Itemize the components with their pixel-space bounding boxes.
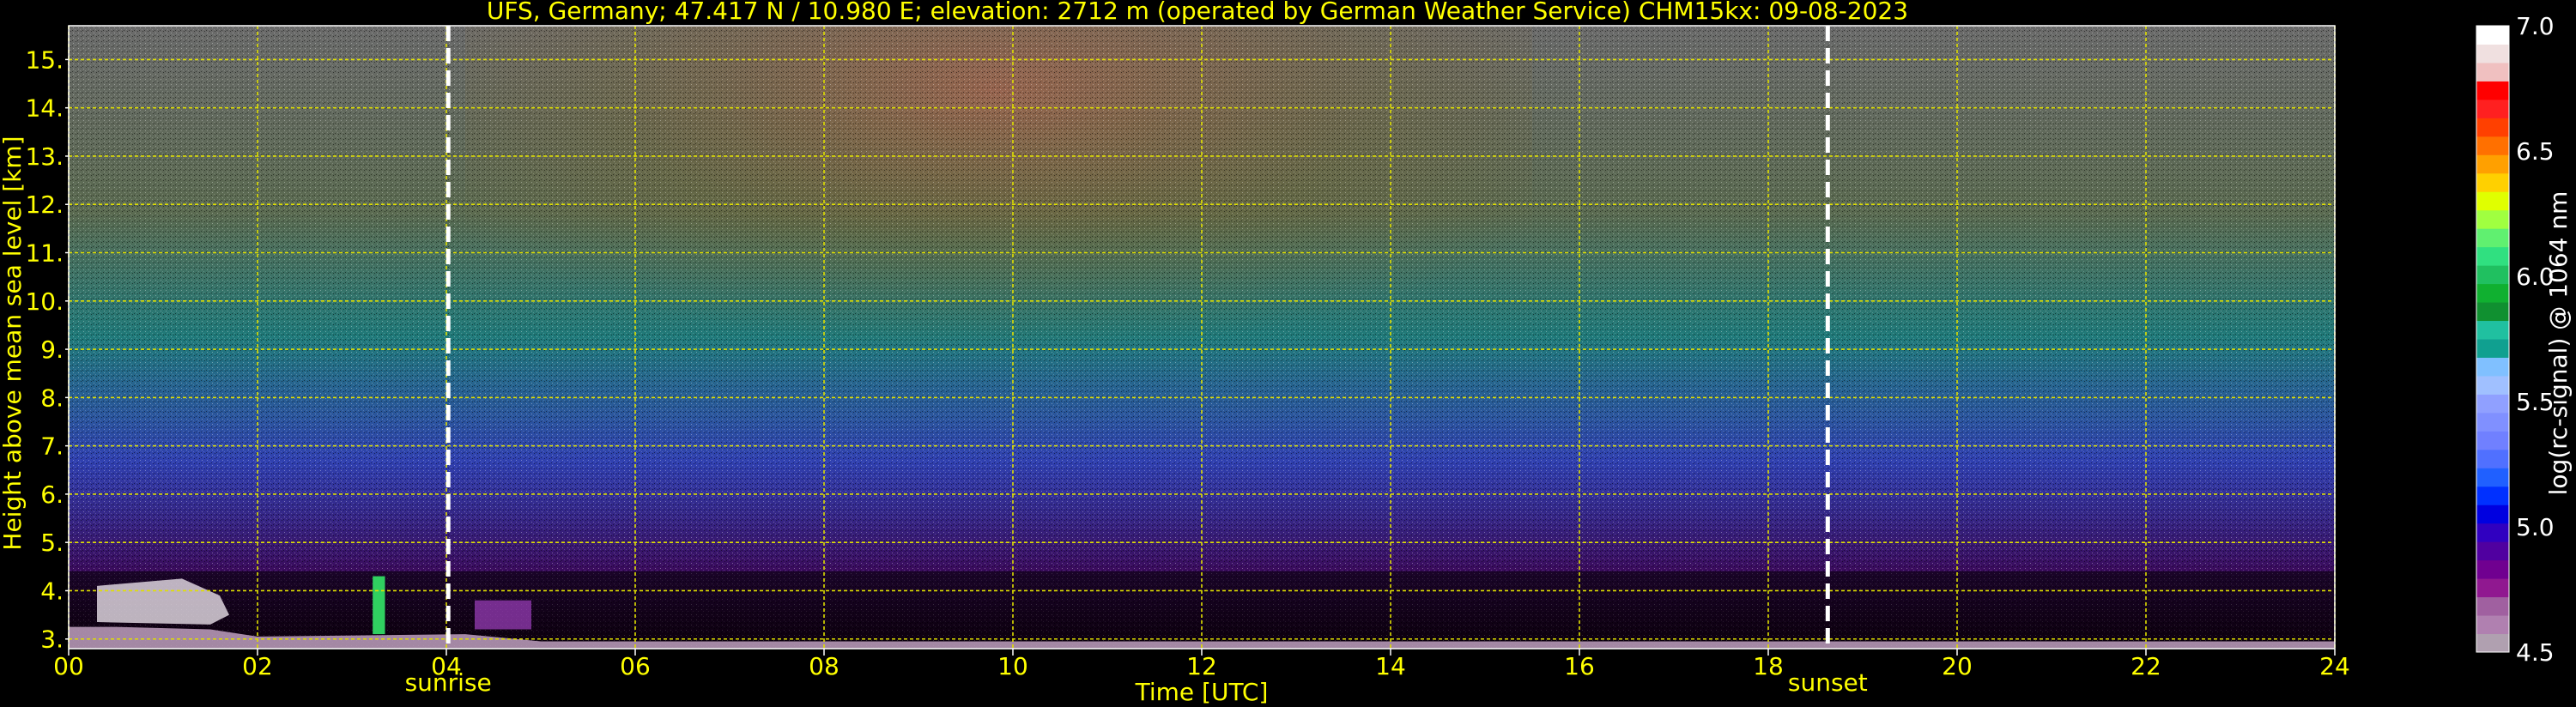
y-tick-label: 15. — [25, 45, 64, 74]
y-tick-label: 10. — [25, 287, 64, 316]
x-tick-label: 12 — [1186, 652, 1217, 680]
colorbar-segment — [2476, 394, 2509, 414]
colorbar-tick-label: 5.0 — [2516, 513, 2555, 541]
colorbar-segment — [2476, 578, 2509, 598]
colorbar-segment — [2476, 559, 2509, 579]
colorbar-segment — [2476, 62, 2509, 82]
colorbar-segment — [2476, 283, 2509, 303]
colorbar-segment — [2476, 375, 2509, 395]
x-tick-label: 14 — [1375, 652, 1406, 680]
colorbar-segment — [2476, 486, 2509, 505]
colorbar-tick-label: 6.5 — [2516, 137, 2555, 166]
colorbar-segment — [2476, 541, 2509, 561]
colorbar-segment — [2476, 431, 2509, 450]
colorbar-segment — [2476, 26, 2509, 45]
lidar-backscatter-chart: 00 02 04 06 08 10 12 14 16 18 20 22 243.4.5.6.7.8.9.… — [0, 0, 2573, 706]
x-axis-label: Time [UTC] — [1135, 678, 1269, 706]
colorbar-segment — [2476, 468, 2509, 487]
y-tick-label: 12. — [25, 190, 64, 219]
colorbar-segment — [2476, 136, 2509, 155]
colorbar-segment — [2476, 523, 2509, 542]
y-tick-label: 8. — [40, 384, 64, 412]
y-tick-label: 4. — [40, 577, 64, 605]
colorbar-segment — [2476, 209, 2509, 229]
y-tick-label: 5. — [40, 529, 64, 557]
y-tick-label: 3. — [40, 625, 64, 654]
morning-aerosol — [475, 600, 531, 630]
colorbar-segment — [2476, 633, 2509, 653]
x-tick-label: 20 — [1942, 652, 1973, 680]
colorbar-segment — [2476, 412, 2509, 432]
sunset-label: sunset — [1788, 668, 1868, 697]
colorbar-tick-label: 4.5 — [2516, 638, 2555, 667]
y-tick-label: 7. — [40, 432, 64, 461]
colorbar-segment — [2476, 302, 2509, 322]
colorbar-segment — [2476, 449, 2509, 468]
x-tick-label: 10 — [997, 652, 1028, 680]
y-tick-label: 9. — [40, 335, 64, 364]
colorbar-segment — [2476, 118, 2509, 137]
y-axis-label: Height above mean sea level [km] — [0, 136, 27, 550]
x-tick-label: 16 — [1564, 652, 1595, 680]
colorbar-segment — [2476, 154, 2509, 174]
y-tick-label: 13. — [25, 142, 64, 171]
colorbar-label: log(rc-signal) @ 1064 nm — [2544, 191, 2573, 496]
x-tick-label: 00 — [53, 652, 84, 680]
colorbar-segment — [2476, 320, 2509, 340]
x-tick-label: 22 — [2131, 652, 2161, 680]
colorbar-segment — [2476, 191, 2509, 211]
y-tick-label: 11. — [25, 239, 64, 268]
colorbar-segment — [2476, 505, 2509, 524]
colorbar-tick-label: 7.0 — [2516, 12, 2555, 40]
x-tick-label: 06 — [620, 652, 651, 680]
colorbar-segment — [2476, 596, 2509, 616]
colorbar-segment — [2476, 99, 2509, 118]
y-tick-label: 14. — [25, 94, 64, 123]
colorbar-segment — [2476, 228, 2509, 248]
colorbar-segment — [2476, 339, 2509, 358]
x-tick-label: 02 — [242, 652, 273, 680]
colorbar-segment — [2476, 81, 2509, 100]
colorbar-segment — [2476, 44, 2509, 63]
colorbar-segment — [2476, 615, 2509, 635]
chart-title: UFS, Germany; 47.417 N / 10.980 E; eleva… — [487, 0, 1908, 25]
x-tick-label: 18 — [1753, 652, 1784, 680]
x-tick-label: 08 — [809, 652, 839, 680]
y-tick-label: 6. — [40, 480, 64, 509]
convective-plume — [373, 576, 385, 635]
colorbar-segment — [2476, 172, 2509, 192]
x-tick-label: 24 — [2319, 652, 2350, 680]
colorbar-segment — [2476, 246, 2509, 266]
colorbar-segment — [2476, 265, 2509, 285]
colorbar-segment — [2476, 357, 2509, 377]
sunrise-label: sunrise — [405, 668, 492, 697]
